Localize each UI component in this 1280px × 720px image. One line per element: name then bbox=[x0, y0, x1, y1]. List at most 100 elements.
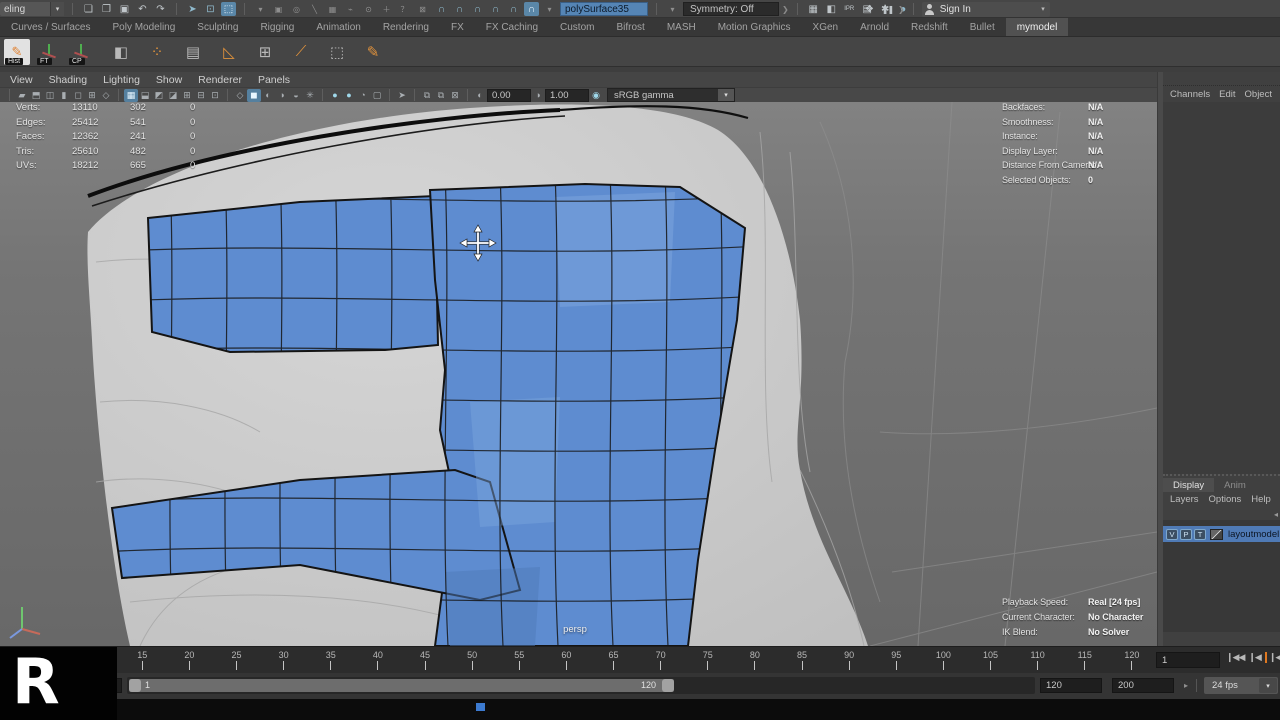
shelf-tab[interactable]: Rendering bbox=[372, 18, 440, 36]
evaluation-manager-icon[interactable]: ❖ bbox=[862, 2, 877, 16]
shelf-tool-icon[interactable]: ⊞ bbox=[252, 39, 278, 65]
snap-view-plane-icon[interactable]: ∩ bbox=[506, 2, 521, 16]
shelf-tool-icon[interactable]: ◧ bbox=[108, 39, 134, 65]
shelf-tab[interactable]: FX bbox=[440, 18, 475, 36]
layer-visibility-toggle[interactable]: V bbox=[1166, 529, 1178, 540]
range-start-handle[interactable] bbox=[129, 679, 141, 692]
shelf-tab[interactable]: XGen bbox=[802, 18, 850, 36]
mask-mesh-icon[interactable]: ▦ bbox=[325, 2, 340, 16]
make-live-icon[interactable]: ∩ bbox=[524, 2, 539, 16]
pan-zoom-icon[interactable]: ⊞ bbox=[85, 89, 99, 102]
snap-grid-icon[interactable]: ∩ bbox=[434, 2, 449, 16]
plugin-shading-icon[interactable]: ▢ bbox=[370, 89, 384, 102]
resolution-gate-icon[interactable]: ◩ bbox=[152, 89, 166, 102]
lock-camera-icon[interactable]: ⬒ bbox=[29, 89, 43, 102]
shelf-tab[interactable]: Redshift bbox=[900, 18, 959, 36]
layer-row[interactable]: V P T layoutmodel bbox=[1163, 526, 1280, 542]
auto-key-arrow-icon[interactable]: ▸ bbox=[1184, 681, 1188, 690]
viewport-canvas[interactable] bbox=[0, 102, 1157, 646]
channel-box-body[interactable] bbox=[1163, 102, 1280, 474]
select-by-component-icon[interactable]: ╲ bbox=[307, 2, 322, 16]
shelf-tab[interactable]: Poly Modeling bbox=[101, 18, 186, 36]
shelf-tool-icon[interactable]: ◺ bbox=[216, 39, 242, 65]
new-scene-icon[interactable]: ❏ bbox=[81, 2, 96, 16]
input-operation-arrow-icon[interactable]: ▾ bbox=[665, 2, 680, 16]
smooth-shade-icon[interactable]: ◼ bbox=[247, 89, 261, 102]
camera-attributes-icon[interactable]: ◫ bbox=[43, 89, 57, 102]
select-by-hierarchy-icon[interactable]: ▣ bbox=[271, 2, 286, 16]
select-by-object-icon[interactable]: ◎ bbox=[289, 2, 304, 16]
menu-set-dropdown[interactable]: eling ▾ bbox=[0, 2, 64, 16]
panel-menu-item[interactable]: Panels bbox=[258, 74, 290, 86]
time-slider[interactable]: 5 10 15 20 25 30 35 40 45 50 55 60 bbox=[0, 646, 1280, 673]
ambient-occlusion-icon[interactable]: ● bbox=[342, 89, 356, 102]
film-gate-icon[interactable]: ⬓ bbox=[138, 89, 152, 102]
isolate-select-icon[interactable]: ➤ bbox=[395, 89, 409, 102]
panel-menu-item[interactable]: View bbox=[10, 74, 33, 86]
all-lights-icon[interactable]: ✳ bbox=[303, 89, 317, 102]
exposure-field[interactable] bbox=[487, 89, 531, 102]
symmetry-chevron-icon[interactable]: ❯ bbox=[782, 5, 789, 14]
gamma-field[interactable] bbox=[545, 89, 589, 102]
safe-title-icon[interactable]: ⊡ bbox=[208, 89, 222, 102]
layer-display-type-toggle[interactable]: T bbox=[1194, 529, 1206, 540]
lock-selection-icon[interactable]: ⊠ bbox=[415, 2, 430, 16]
render-view-icon[interactable]: ▦ bbox=[806, 2, 821, 16]
range-slider[interactable]: 1 120 bbox=[129, 679, 674, 692]
symmetry-selector[interactable]: Symmetry: Off bbox=[683, 2, 779, 16]
shelf-tool-icon[interactable]: ⬚ bbox=[324, 39, 350, 65]
gamma-icon[interactable]: ◑ bbox=[531, 89, 545, 102]
panel-collapse-arrow-icon[interactable]: ◂ bbox=[1274, 510, 1278, 519]
layer-panel-menu-item[interactable]: Options bbox=[1209, 494, 1242, 505]
shadows-icon[interactable]: ● bbox=[328, 89, 342, 102]
bookmark-icon[interactable]: ▮ bbox=[57, 89, 71, 102]
panel-menu-item[interactable]: Shading bbox=[49, 74, 88, 86]
step-back-key-button[interactable]: ❙◀ bbox=[1265, 652, 1280, 663]
component-select-icon[interactable]: ⬚ bbox=[221, 2, 236, 16]
shelf-freeze-transform-button[interactable]: FT bbox=[36, 39, 62, 65]
shelf-tool-icon[interactable]: ✎ bbox=[360, 39, 386, 65]
save-scene-icon[interactable]: ▣ bbox=[117, 2, 132, 16]
shelf-tab[interactable]: Custom bbox=[549, 18, 605, 36]
snap-projected-center-icon[interactable]: ∩ bbox=[488, 2, 503, 16]
go-to-start-button[interactable]: ❙◀◀ bbox=[1226, 652, 1244, 663]
panel-menu-item[interactable]: Lighting bbox=[103, 74, 140, 86]
playback-end-field[interactable] bbox=[1040, 678, 1102, 693]
range-end-handle[interactable] bbox=[662, 679, 674, 692]
select-camera-icon[interactable]: ▰ bbox=[15, 89, 29, 102]
exposure-icon[interactable]: ◐ bbox=[473, 89, 487, 102]
snap-options-arrow-icon[interactable]: ▾ bbox=[542, 2, 557, 16]
channel-box-menu-item[interactable]: Object bbox=[1245, 89, 1272, 100]
channel-box-menu-item[interactable]: Channels bbox=[1170, 89, 1210, 100]
animation-end-field[interactable] bbox=[1112, 678, 1174, 693]
snap-curve-icon[interactable]: ∩ bbox=[452, 2, 467, 16]
shelf-tab[interactable]: Animation bbox=[305, 18, 371, 36]
panel-menu-item[interactable]: Renderer bbox=[198, 74, 242, 86]
selection-mask-arrow-icon[interactable]: ▾ bbox=[253, 2, 268, 16]
step-back-frame-button[interactable]: ❙◀ bbox=[1248, 652, 1260, 663]
gate-mask-icon[interactable]: ◪ bbox=[166, 89, 180, 102]
shelf-tool-icon[interactable]: ⟋ bbox=[288, 39, 314, 65]
shelf-center-pivot-button[interactable]: CP bbox=[68, 39, 94, 65]
shelf-tool-icon[interactable]: ▤ bbox=[180, 39, 206, 65]
shelf-tab[interactable]: Arnold bbox=[849, 18, 900, 36]
shelf-tab[interactable]: Curves / Surfaces bbox=[0, 18, 101, 36]
safe-action-icon[interactable]: ⊟ bbox=[194, 89, 208, 102]
field-chart-icon[interactable]: ⊞ bbox=[180, 89, 194, 102]
wireframe-on-shaded-icon[interactable]: ◐ bbox=[261, 89, 275, 102]
shelf-history-button[interactable]: ✎ Hist bbox=[4, 39, 30, 65]
viewport[interactable]: Verts:13110 3020 Edges:25412 5410 Faces:… bbox=[0, 102, 1157, 646]
panel-drag-handle[interactable] bbox=[1163, 72, 1280, 86]
render-current-frame-icon[interactable]: ◧ bbox=[824, 2, 839, 16]
shelf-tab[interactable]: FX Caching bbox=[475, 18, 549, 36]
layer-panel-menu-item[interactable]: Help bbox=[1251, 494, 1271, 505]
shelf-tab[interactable]: mymodel bbox=[1006, 18, 1069, 36]
fps-dropdown[interactable]: 24 fps ▾ bbox=[1204, 677, 1278, 694]
channel-box-menu-item[interactable]: Edit bbox=[1219, 89, 1235, 100]
xray-icon[interactable]: ⧉ bbox=[420, 89, 434, 102]
layer-panel-tab[interactable]: Anim bbox=[1214, 478, 1256, 492]
ipr-render-icon[interactable]: IPR bbox=[842, 2, 857, 16]
lasso-select-icon[interactable]: ⊡ bbox=[203, 2, 218, 16]
mask-deformer-icon[interactable]: ⊙ bbox=[361, 2, 376, 16]
textured-icon[interactable]: ◑ bbox=[275, 89, 289, 102]
